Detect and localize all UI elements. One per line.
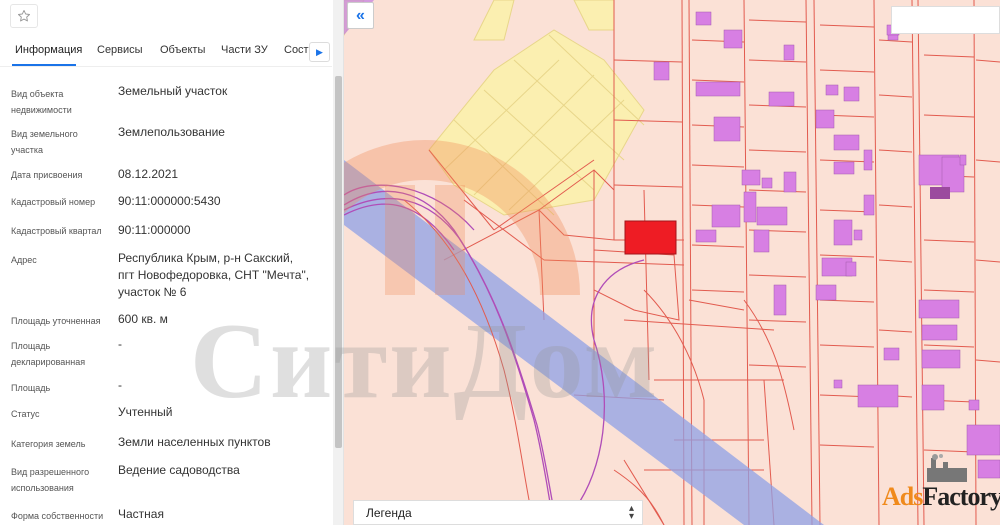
label-object-type: Вид объекта недвижимости [11,89,72,115]
label-status: Статус [11,409,40,419]
label-permitted-use: Вид разрешенного использования [11,467,90,493]
dark-building [930,187,950,199]
buildings [653,11,1000,479]
cadastral-map[interactable] [344,0,1000,525]
star-icon [17,9,31,22]
object-info-panel: Информация Сервисы Объекты Части ЗУ Сост… [0,0,344,525]
label-cadastral-quarter: Кадастровый квартал [11,226,102,236]
value-parcel-type: Землепользование [118,125,225,139]
value-area-declared: - [118,337,122,351]
panel-scrollbar-thumb[interactable] [335,76,342,448]
selected-parcel[interactable] [624,220,677,255]
label-area-declared: Площадь декларированная [11,341,86,367]
value-object-type: Земельный участок [118,84,228,98]
label-land-category: Категория земель [11,439,86,449]
label-ownership-form: Форма собственности [11,511,104,521]
factory-icon [927,454,967,482]
double-chevron-left-icon: « [356,6,365,24]
value-ownership-form: Частная [118,507,164,521]
value-address: Республика Крым, р-н Сакский, пгт Новофе… [118,251,310,299]
yellow-zone [344,0,645,216]
value-land-category: Земли населенных пунктов [118,435,271,449]
value-permitted-use: Ведение садоводства [118,463,240,477]
value-area: - [118,378,122,392]
value-area-specified: 600 кв. м [118,312,168,326]
label-area-specified: Площадь уточненная [11,316,101,326]
favorite-button[interactable] [10,4,38,28]
collapse-panel-button[interactable]: « [347,2,374,29]
value-assignment-date: 08.12.2021 [118,167,179,181]
info-tabs: Информация Сервисы Объекты Части ЗУ Сост… [0,40,332,66]
adsfactory-prefix: Ads [882,482,923,511]
value-status: Учтенный [118,405,173,419]
tabs-divider [0,66,332,67]
label-cadastral-number: Кадастровый номер [11,197,96,207]
value-cadastral-number[interactable]: 90:11:000000:5430 [118,193,323,210]
map-canvas [344,0,1000,525]
tabs-next-button[interactable]: ▶ [309,42,330,62]
label-address: Адрес [11,255,37,265]
tab-services[interactable]: Сервисы [97,44,143,56]
up-down-arrows-icon[interactable]: ▴ ▾ [629,504,634,522]
map-search-box[interactable] [891,6,1000,34]
tab-parcel-parts[interactable]: Части ЗУ [221,44,268,56]
legend-label: Легенда [366,506,412,520]
label-area: Площадь [11,383,51,393]
legend-bar[interactable]: Легенда ▴ ▾ [353,500,643,525]
label-parcel-type: Вид земельного участка [11,129,78,155]
tab-information[interactable]: Информация [15,44,82,56]
adsfactory-suffix: Factory [922,482,1000,511]
adsfactory-watermark: AdsFactory [862,452,1000,525]
adsfactory-text: AdsFactory [882,482,1000,512]
label-assignment-date: Дата присвоения [11,170,83,180]
tab-objects[interactable]: Объекты [160,44,205,56]
value-cadastral-quarter[interactable]: 90:11:000000 [118,222,323,239]
panel-scrollbar[interactable] [333,0,343,525]
chevron-right-icon: ▶ [316,46,323,57]
